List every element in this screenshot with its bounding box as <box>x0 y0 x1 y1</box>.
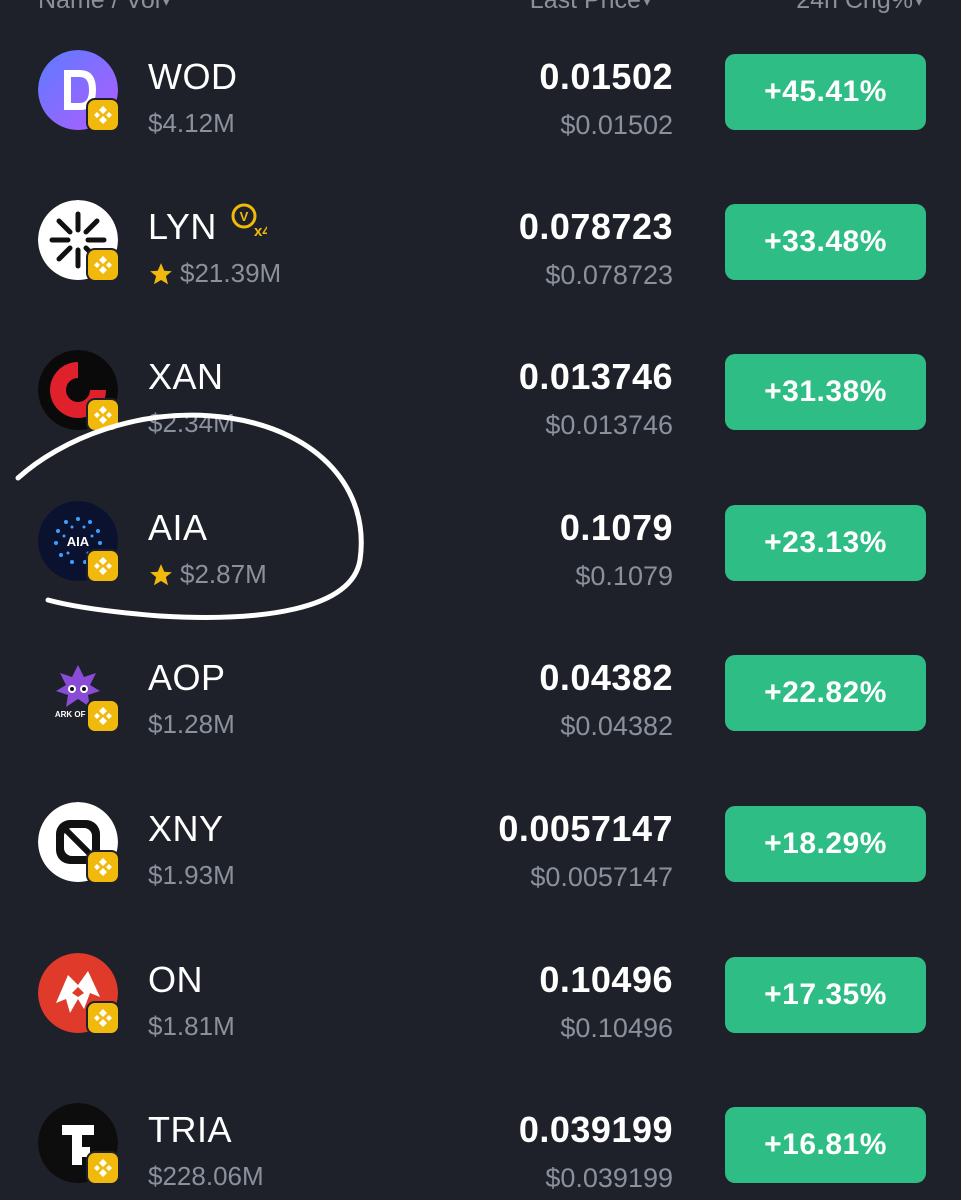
token-symbol: AOP <box>148 657 226 698</box>
change-badge[interactable]: +16.81% <box>725 1107 926 1183</box>
market-row-lyn[interactable]: LYN V x4 $21.39M 0.078723 $0.078723 +33.… <box>0 200 961 350</box>
last-price: 0.039199 <box>518 1109 673 1150</box>
volume-line: $1.28M <box>148 709 235 740</box>
sort-change[interactable]: 24h Chg% ▾ <box>796 0 923 15</box>
usd-price: $0.01502 <box>560 110 673 140</box>
market-list-screen: Name / Vol ▾ Last Price ▾ 24h Chg% ▾ WOD $4… <box>0 0 961 1200</box>
usd-price: $0.1079 <box>575 561 673 591</box>
change-badge[interactable]: +18.29% <box>725 806 926 882</box>
volume-line: $228.06M <box>148 1161 264 1192</box>
change-badge[interactable]: +45.41% <box>725 54 926 130</box>
token-symbol: XNY <box>148 808 224 849</box>
volume-value: $4.12M <box>148 108 235 138</box>
last-price: 0.0057147 <box>498 808 673 849</box>
bnb-chain-icon <box>86 1001 120 1035</box>
volume-line: $4.12M <box>148 108 235 139</box>
volume-value: $1.81M <box>148 1011 235 1041</box>
change-badge[interactable]: +33.48% <box>725 204 926 280</box>
change-badge[interactable]: +17.35% <box>725 957 926 1033</box>
change-badge[interactable]: +31.38% <box>725 354 926 430</box>
token-symbol: LYN <box>148 206 217 247</box>
token-symbol: ON <box>148 959 203 1000</box>
sort-caret-icon: ▾ <box>162 0 171 10</box>
aia-logo-text: AIA <box>67 534 90 549</box>
change-badge[interactable]: +22.82% <box>725 655 926 731</box>
usd-price: $0.0057147 <box>530 862 673 892</box>
bnb-chain-icon <box>86 398 120 432</box>
star-icon <box>148 261 174 287</box>
usd-price: $0.078723 <box>545 260 673 290</box>
usd-price: $0.039199 <box>545 1163 673 1193</box>
market-row-aia[interactable]: AIA AIA $2.87M 0.1079 $0.1079 +23.13% <box>0 501 961 651</box>
volume-line: $2.34M <box>148 408 235 439</box>
last-price: 0.1079 <box>559 507 673 548</box>
svg-text:V: V <box>240 209 249 224</box>
volume-value: $21.39M <box>180 258 282 288</box>
star-icon <box>148 562 174 588</box>
token-symbol: WOD <box>148 56 238 97</box>
sort-caret-icon: ▾ <box>914 0 923 10</box>
last-price: 0.078723 <box>518 206 673 247</box>
multiplier-label: x4 <box>254 223 267 240</box>
bnb-chain-icon <box>86 248 120 282</box>
volume-line: $2.87M <box>148 559 267 590</box>
bnb-chain-icon <box>86 549 120 583</box>
volume-value: $1.93M <box>148 860 235 890</box>
volume-value: $2.34M <box>148 408 235 438</box>
volume-value: $2.87M <box>180 559 267 589</box>
usd-price: $0.10496 <box>560 1013 673 1043</box>
volume-line: $1.81M <box>148 1011 235 1042</box>
volume-line: $21.39M <box>148 258 281 289</box>
market-row-xny[interactable]: XNY $1.93M 0.0057147 $0.0057147 +18.29% <box>0 802 961 952</box>
bnb-chain-icon <box>86 699 120 733</box>
last-price-label: Last Price <box>529 0 641 14</box>
bnb-chain-icon <box>86 1151 120 1185</box>
bnb-chain-icon <box>86 98 120 132</box>
sort-caret-icon: ▾ <box>642 0 651 10</box>
token-symbol: TRIA <box>148 1109 233 1150</box>
bnb-chain-icon <box>86 850 120 884</box>
volume-line: $1.93M <box>148 860 235 891</box>
last-price: 0.10496 <box>539 959 673 1000</box>
sort-last-price[interactable]: Last Price ▾ <box>530 0 651 15</box>
token-symbol: XAN <box>148 356 224 397</box>
column-header: Name / Vol ▾ Last Price ▾ 24h Chg% ▾ <box>0 0 961 16</box>
token-symbol: AIA <box>148 507 208 548</box>
last-price: 0.04382 <box>539 657 673 698</box>
market-row-tria[interactable]: TRIA $228.06M 0.039199 $0.039199 +16.81% <box>0 1103 961 1200</box>
sort-name-vol[interactable]: Name / Vol ▾ <box>38 0 170 15</box>
volume-value: $1.28M <box>148 709 235 739</box>
volume-value: $228.06M <box>148 1161 264 1191</box>
change-badge[interactable]: +23.13% <box>725 505 926 581</box>
vx4-badge-icon: V x4 <box>231 203 267 240</box>
market-row-wod[interactable]: WOD $4.12M 0.01502 $0.01502 +45.41% <box>0 50 961 200</box>
last-price: 0.013746 <box>518 356 673 397</box>
market-row-xan[interactable]: XAN $2.34M 0.013746 $0.013746 +31.38% <box>0 350 961 500</box>
last-price: 0.01502 <box>539 56 673 97</box>
change-label: 24h Chg% <box>796 0 913 14</box>
name-vol-label: Name / Vol <box>38 0 161 14</box>
usd-price: $0.013746 <box>545 410 673 440</box>
usd-price: $0.04382 <box>560 711 673 741</box>
market-row-aop[interactable]: ARK OF P AOP $1.28M 0.04382 $0.04382 +22… <box>0 651 961 801</box>
market-row-on[interactable]: ON $1.81M 0.10496 $0.10496 +17.35% <box>0 953 961 1103</box>
